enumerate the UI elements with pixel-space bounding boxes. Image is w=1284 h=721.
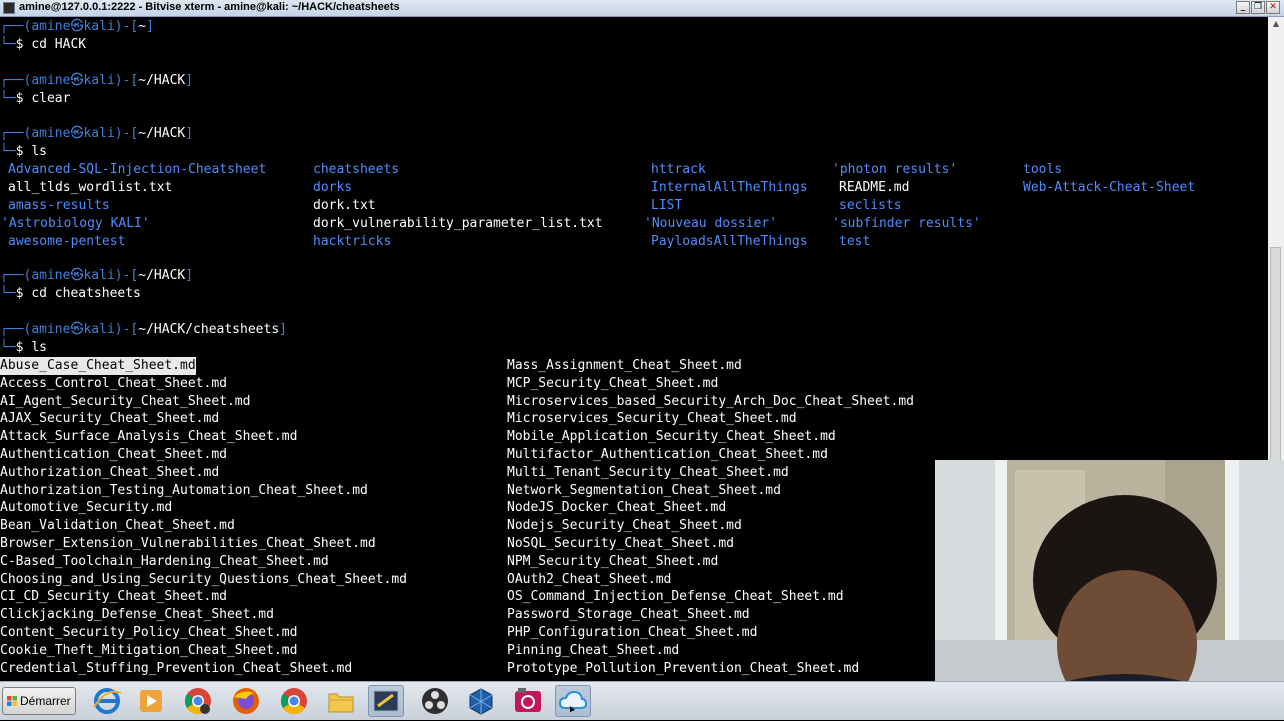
- taskbar: Démarrer: [0, 681, 1284, 720]
- ls-directory-entry: seclists: [839, 198, 902, 213]
- ls-file-entry: Attack_Surface_Analysis_Cheat_Sheet.md: [0, 429, 298, 445]
- ls-directory-entry: httrack: [651, 162, 706, 177]
- command-line: └─$ ls: [0, 340, 47, 355]
- ls-file-entry: Automotive_Security.md: [0, 500, 173, 516]
- ls-directory-entry: Web-Attack-Cheat-Sheet: [1023, 180, 1196, 195]
- close-button[interactable]: ✕: [1266, 1, 1280, 14]
- obs-icon[interactable]: [417, 685, 453, 717]
- ls-file-entry: dork_vulnerability_parameter_list.txt: [313, 216, 603, 231]
- ls-file-entry: Authorization_Cheat_Sheet.md: [0, 464, 220, 480]
- ls-directory-entry: 'photon results': [832, 162, 958, 177]
- ls-file-entry: Clickjacking_Defense_Cheat_Sheet.md: [0, 607, 274, 623]
- ls-file-entry: Authentication_Cheat_Sheet.md: [0, 447, 227, 462]
- ls-file-entry: AI_Agent_Security_Cheat_Sheet.md: [0, 393, 251, 409]
- chrome-icon[interactable]: [180, 685, 216, 717]
- prompt-line: ┌──(amine㉿kali)-[~/HACK]: [0, 126, 194, 141]
- minimize-button[interactable]: _: [1236, 1, 1250, 14]
- media-player-icon[interactable]: [133, 685, 169, 717]
- ls-file-entry: all_tlds_wordlist.txt: [8, 180, 173, 195]
- selected-file-entry: Abuse_Case_Cheat_Sheet.md: [0, 357, 196, 375]
- ls-directory-entry: hacktricks: [313, 234, 392, 249]
- ls-file-entry: Password_Storage_Cheat_Sheet.md: [507, 607, 750, 623]
- ls-file-entry: NoSQL_Security_Cheat_Sheet.md: [507, 536, 734, 551]
- ls-directory-entry: Advanced-SQL-Injection-Cheatsheet: [8, 162, 267, 177]
- firefox-icon[interactable]: [228, 685, 264, 717]
- ls-directory-entry: 'subfinder results': [832, 216, 981, 231]
- ls-file-entry: Nodejs_Security_Cheat_Sheet.md: [507, 518, 742, 534]
- ls-file-entry: CI_CD_Security_Cheat_Sheet.md: [0, 589, 227, 605]
- terminal-icon[interactable]: [368, 685, 404, 717]
- screen-recorder-icon[interactable]: [510, 685, 546, 717]
- window-title: amine@127.0.0.1:2222 - Bitvise xterm - a…: [19, 1, 400, 13]
- ls-directory-entry: InternalAllTheThings: [651, 180, 808, 195]
- cloud-icon[interactable]: [555, 685, 591, 717]
- ls-file-entry: Mass_Assignment_Cheat_Sheet.md: [507, 358, 742, 373]
- ls-file-entry: Content_Security_Policy_Cheat_Sheet.md: [0, 625, 298, 640]
- ls-file-entry: README.md: [839, 180, 910, 195]
- scrollbar-thumb[interactable]: [1270, 247, 1281, 462]
- ls-file-entry: Prototype_Pollution_Prevention_Cheat_She…: [507, 660, 860, 676]
- prompt-line: ┌──(amine㉿kali)-[~/HACK]: [0, 268, 194, 283]
- scroll-up-icon[interactable]: ▲: [1270, 19, 1282, 31]
- ls-file-entry: NodeJS_Docker_Cheat_Sheet.md: [507, 500, 727, 516]
- ls-directory-entry: LIST: [651, 198, 683, 213]
- file-explorer-icon[interactable]: [323, 685, 359, 717]
- ls-file-entry: Microservices_Security_Cheat_Sheet.md: [507, 411, 797, 427]
- ls-directory-entry: awesome-pentest: [8, 234, 126, 249]
- ls-directory-entry: dorks: [313, 180, 353, 195]
- ls-file-entry: AJAX_Security_Cheat_Sheet.md: [0, 411, 220, 427]
- terminal-app-icon: [3, 2, 15, 14]
- ls-file-entry: Multifactor_Authentication_Cheat_Sheet.m…: [507, 447, 828, 462]
- ls-directory-entry: test: [839, 234, 871, 249]
- maximize-button[interactable]: ❐: [1251, 1, 1265, 14]
- ls-file-entry: dork.txt: [313, 198, 376, 213]
- virtualbox-icon[interactable]: [463, 685, 499, 717]
- prompt-line: ┌──(amine㉿kali)-[~/HACK]: [0, 73, 194, 88]
- ls-file-entry: Microservices_based_Security_Arch_Doc_Ch…: [507, 393, 914, 409]
- ls-file-entry: OAuth2_Cheat_Sheet.md: [507, 571, 672, 587]
- ls-file-entry: Cookie_Theft_Mitigation_Cheat_Sheet.md: [0, 642, 298, 658]
- ls-directory-entry: cheatsheets: [313, 162, 400, 177]
- ls-file-entry: Authorization_Testing_Automation_Cheat_S…: [0, 482, 368, 498]
- ls-file-entry: Network_Segmentation_Cheat_Sheet.md: [507, 482, 781, 498]
- command-line: └─$ cd HACK: [0, 37, 87, 52]
- ls-file-entry: MCP_Security_Cheat_Sheet.md: [507, 375, 719, 391]
- ls-file-entry: Credential_Stuffing_Prevention_Cheat_She…: [0, 660, 353, 676]
- ls-file-entry: Bean_Validation_Cheat_Sheet.md: [0, 518, 235, 534]
- ls-directory-entry: amass-results: [8, 198, 110, 213]
- ls-directory-entry: 'Astrobiology KALI': [1, 216, 150, 231]
- ls-file-entry: Access_Control_Cheat_Sheet.md: [0, 375, 227, 391]
- chrome-icon[interactable]: [276, 685, 312, 717]
- ls-directory-entry: PayloadsAllTheThings: [651, 234, 808, 249]
- ls-file-entry: Choosing_and_Using_Security_Questions_Ch…: [0, 571, 407, 587]
- command-line: └─$ cd cheatsheets: [0, 286, 141, 301]
- ls-file-entry: Browser_Extension_Vulnerabilities_Cheat_…: [0, 536, 376, 551]
- internet-explorer-icon[interactable]: [89, 685, 125, 717]
- ls-file-entry: NPM_Security_Cheat_Sheet.md: [507, 553, 719, 569]
- prompt-line: ┌──(amine㉿kali)-[~]: [0, 19, 154, 34]
- ls-file-entry: Mobile_Application_Security_Cheat_Sheet.…: [507, 429, 836, 445]
- ls-directory-entry: 'Nouveau dossier': [644, 216, 778, 231]
- prompt-line: ┌──(amine㉿kali)-[~/HACK/cheatsheets]: [0, 322, 287, 337]
- start-button[interactable]: Démarrer: [2, 687, 76, 715]
- windows-logo-icon: [7, 696, 17, 706]
- window-titlebar[interactable]: amine@127.0.0.1:2222 - Bitvise xterm - a…: [0, 0, 1284, 17]
- ls-file-entry: Pinning_Cheat_Sheet.md: [507, 642, 680, 658]
- ls-file-entry: PHP_Configuration_Cheat_Sheet.md: [507, 625, 758, 640]
- start-label: Démarrer: [20, 694, 71, 708]
- ls-directory-entry: tools: [1023, 162, 1063, 177]
- ls-file-entry: Multi_Tenant_Security_Cheat_Sheet.md: [507, 464, 789, 480]
- ls-file-entry: C-Based_Toolchain_Hardening_Cheat_Sheet.…: [0, 553, 329, 569]
- ls-file-entry: OS_Command_Injection_Defense_Cheat_Sheet…: [507, 589, 844, 605]
- command-line: └─$ clear: [0, 91, 71, 106]
- command-line: └─$ ls: [0, 144, 47, 159]
